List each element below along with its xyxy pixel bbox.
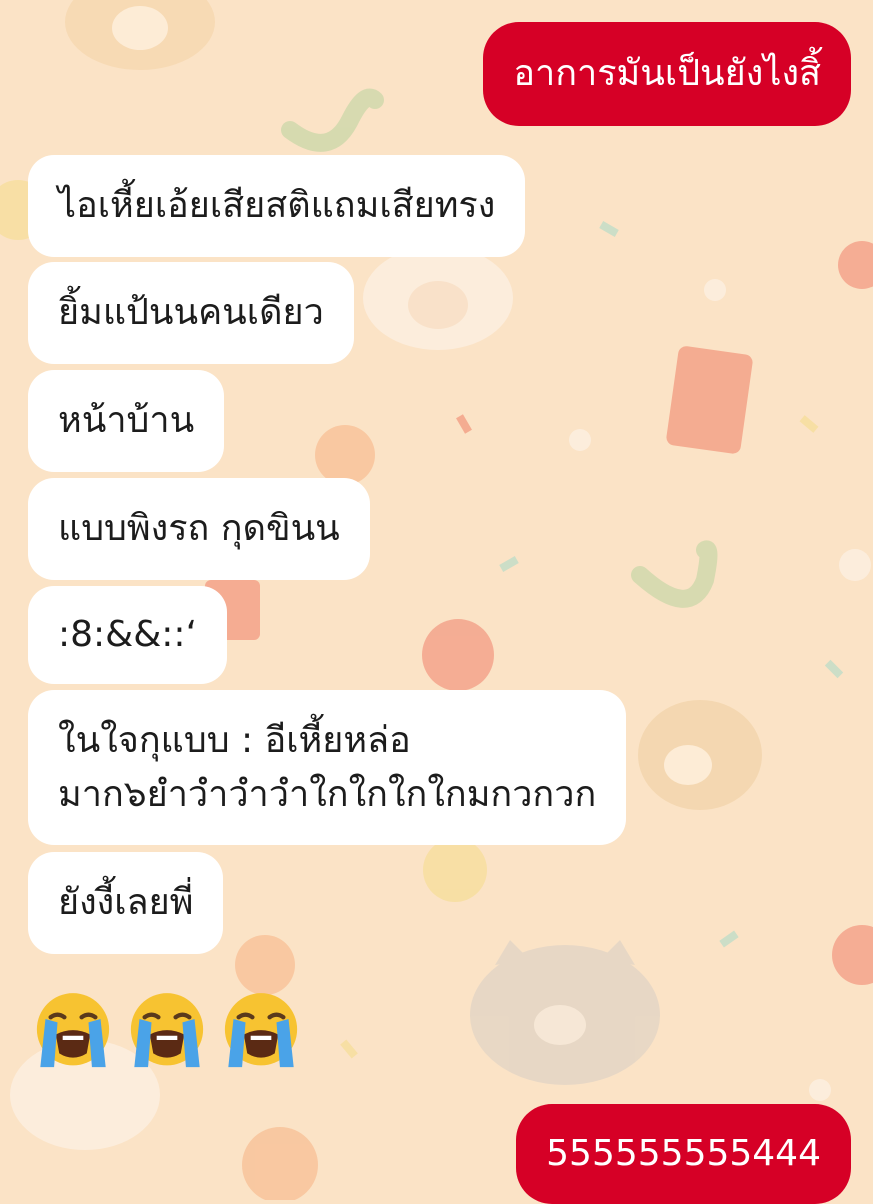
message-bubble-incoming[interactable]: แบบพิงรถ กุดขินน [28, 478, 370, 580]
lantern-illustration [838, 241, 873, 289]
emoji-message[interactable] [30, 988, 304, 1078]
bear-illustration [65, 0, 215, 70]
cat-illustration [470, 940, 660, 1085]
message-text: ไอเหี้ยเอ้ยเสียสติแถมเสียทรง [58, 185, 496, 226]
snake-illustration [281, 88, 384, 152]
coin-illustration [839, 549, 871, 581]
message-text: อาการมันเป็นยังไงสิ้ [513, 53, 821, 94]
message-text-line: ในใจกุแบบ : อีเหี้ยหล่อ [58, 720, 411, 761]
orange-illustration [422, 619, 494, 691]
message-bubble-incoming[interactable]: หน้าบ้าน [28, 370, 225, 472]
message-bubble-incoming[interactable]: ยิ้มแป้นนคนเดียว [28, 262, 354, 364]
message-text: ยังงี้เลยพี่ [58, 882, 194, 923]
message-bubble-incoming[interactable]: ในใจกุแบบ : อีเหี้ยหล่อ มาก๖ยำวำวำวำใกใก… [28, 690, 627, 845]
orange-illustration [235, 935, 295, 995]
message-bubble-outgoing[interactable]: 555555555444 [516, 1104, 851, 1204]
orange-illustration [242, 1127, 318, 1200]
message-text: :8:&&::‘ [58, 614, 198, 655]
red-envelope-illustration [666, 346, 753, 454]
loudly-crying-face-icon [36, 993, 110, 1068]
orange-illustration [315, 425, 375, 485]
message-text: 555555555444 [546, 1133, 821, 1174]
loudly-crying-face-icon [130, 993, 204, 1068]
snake-illustration [631, 540, 718, 608]
lantern-illustration [832, 925, 873, 985]
message-text: ยิ้มแป้นนคนเดียว [58, 292, 324, 333]
message-text: หน้าบ้าน [58, 400, 195, 441]
loudly-crying-face-icon [224, 993, 298, 1068]
message-text-line: มาก๖ยำวำวำวำใกใกใกใกมกวกวก [58, 774, 597, 815]
bear-illustration [638, 700, 762, 810]
message-bubble-incoming[interactable]: ไอเหี้ยเอ้ยเสียสติแถมเสียทรง [28, 155, 526, 257]
message-text: แบบพิงรถ กุดขินน [58, 508, 340, 549]
message-bubble-outgoing[interactable]: อาการมันเป็นยังไงสิ้ [483, 22, 851, 126]
sheep-illustration [363, 246, 513, 350]
coin-illustration [423, 838, 487, 902]
message-bubble-incoming[interactable]: ยังงี้เลยพี่ [28, 852, 224, 954]
message-bubble-incoming[interactable]: :8:&&::‘ [28, 586, 228, 684]
